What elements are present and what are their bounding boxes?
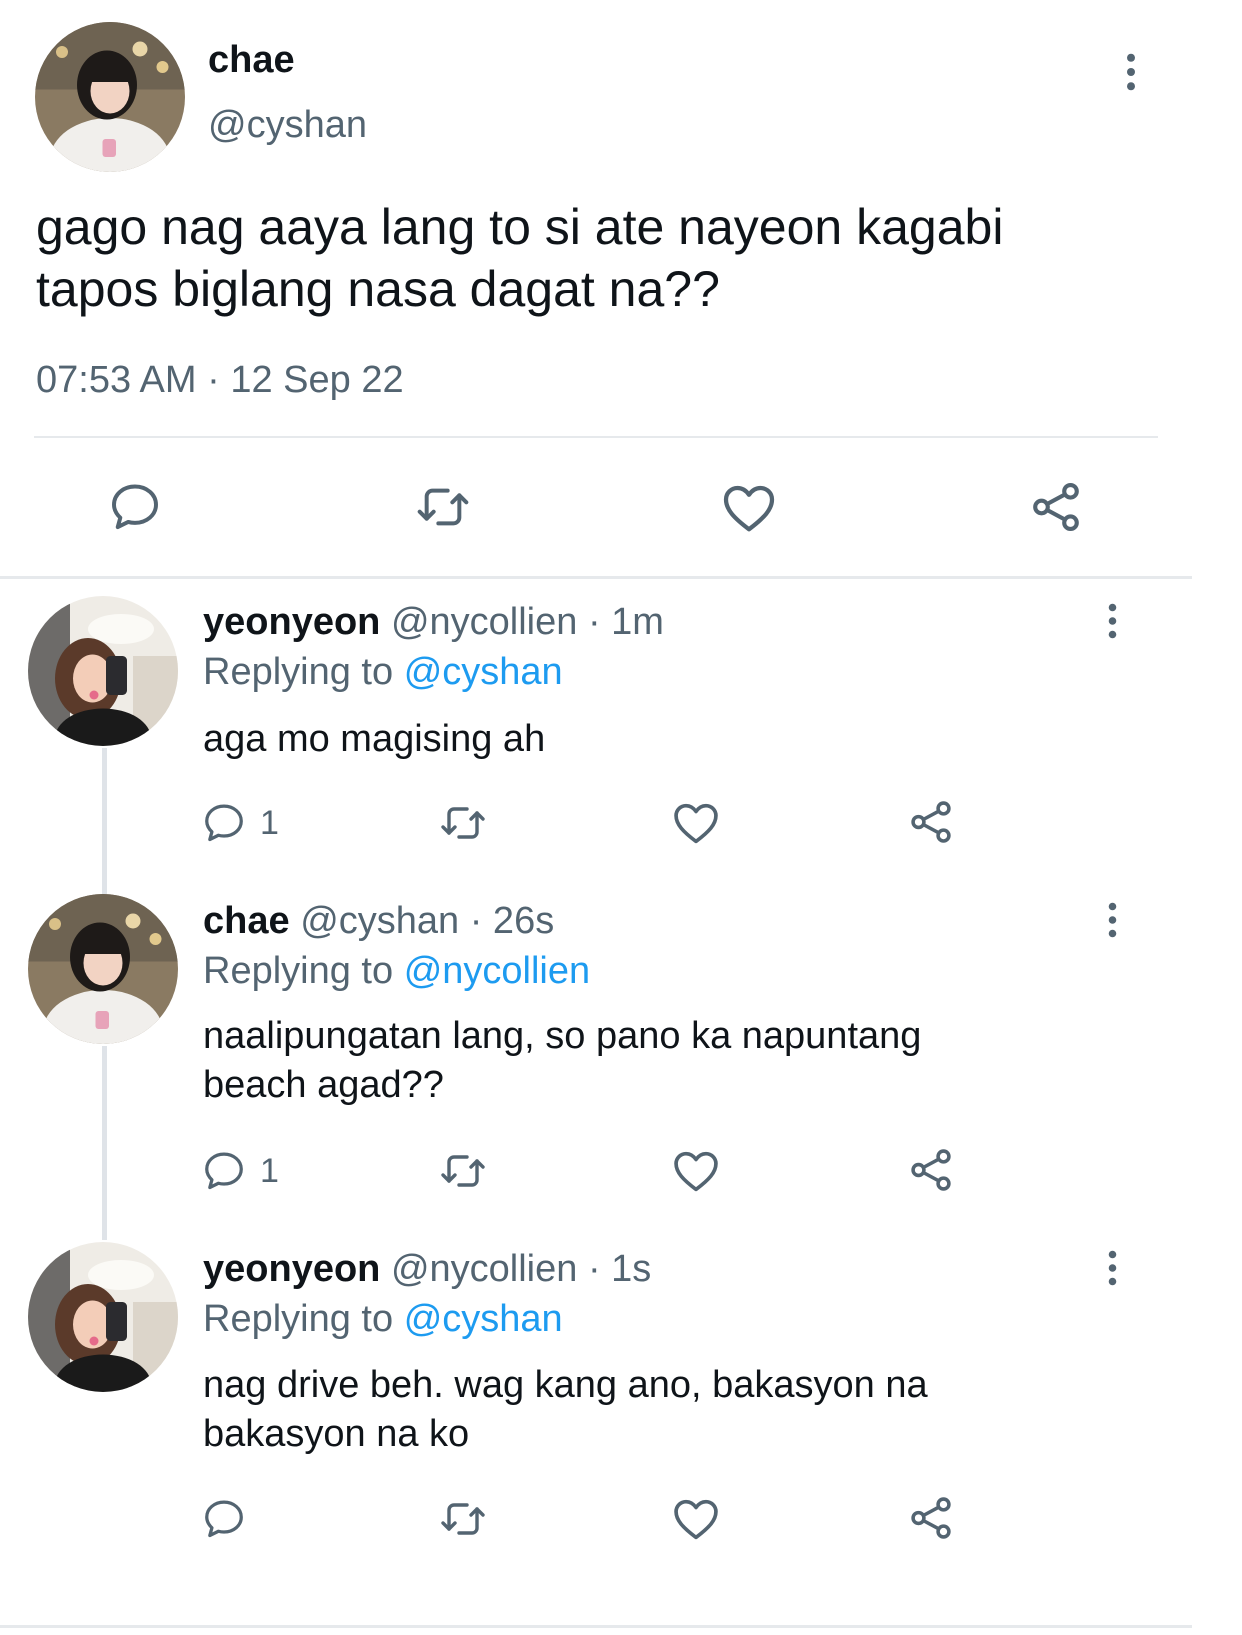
reply-count: 1 [260, 804, 279, 842]
like-icon [670, 1145, 722, 1197]
more-options-button[interactable] [1125, 53, 1137, 91]
replying-to-handle[interactable]: @nycollien [404, 950, 590, 992]
more-options-button[interactable] [1107, 902, 1118, 938]
tweet-text-line: gago nag aaya lang to si ate nayeon kaga… [36, 199, 1004, 255]
like-button[interactable] [719, 478, 779, 538]
replying-to-handle[interactable]: @cyshan [404, 651, 563, 693]
share-button[interactable] [1027, 478, 1085, 536]
avatar-image [28, 894, 178, 1044]
like-button[interactable] [670, 1145, 722, 1197]
like-button[interactable] [670, 1493, 722, 1545]
reply-text: naalipungatan lang, so pano ka napuntang… [203, 1012, 921, 1110]
reply-text-line: bakasyon na ko [203, 1413, 470, 1455]
reply-button[interactable] [107, 479, 163, 535]
author-handle[interactable]: @cyshan [208, 103, 367, 147]
retweet-icon [435, 1147, 491, 1195]
reply-button[interactable] [201, 1496, 247, 1542]
author-avatar[interactable] [35, 22, 185, 172]
reply-text-line: nag drive beh. wag kang ano, bakasyon na [203, 1364, 928, 1406]
reply-header: chae @cyshan · 26s [203, 899, 554, 943]
share-button[interactable] [906, 1493, 956, 1543]
reply-text-line: naalipungatan lang, so pano ka napuntang [203, 1015, 922, 1057]
replying-to-handle[interactable]: @cyshan [404, 1298, 563, 1340]
tweet-timestamp[interactable]: 07:53 AM · 12 Sep 22 [36, 358, 404, 402]
reply-icon [201, 800, 247, 846]
avatar-image [28, 1242, 178, 1392]
retweet-button[interactable] [410, 479, 476, 535]
retweet-icon [435, 799, 491, 847]
reply-text-line: beach agad?? [203, 1064, 444, 1106]
reply-display-name[interactable]: chae [203, 900, 290, 942]
replying-to: Replying to @cyshan [203, 650, 563, 694]
share-button[interactable] [906, 1145, 956, 1195]
reply-text: nag drive beh. wag kang ano, bakasyon na… [203, 1361, 928, 1459]
replying-to-label: Replying to [203, 1298, 394, 1340]
retweet-button[interactable] [435, 1147, 491, 1195]
more-options-button[interactable] [1107, 603, 1118, 639]
bottom-divider [0, 1625, 1192, 1628]
reply-icon [107, 479, 163, 535]
avatar-image [35, 22, 185, 172]
replying-to-label: Replying to [203, 651, 394, 693]
reply-display-name[interactable]: yeonyeon [203, 1248, 380, 1290]
thread-line [102, 1046, 107, 1240]
reply-icon [201, 1496, 247, 1542]
reply-text: aga mo magising ah [203, 715, 545, 764]
reply-meta[interactable]: @cyshan · 26s [300, 900, 554, 942]
reply-count: 1 [260, 1152, 279, 1190]
share-icon [906, 1145, 956, 1195]
reply-button[interactable] [201, 800, 247, 846]
reply-meta[interactable]: @nycollien · 1s [391, 1248, 651, 1290]
reply-meta[interactable]: @nycollien · 1m [391, 601, 664, 643]
more-icon [1107, 902, 1118, 938]
reply-display-name[interactable]: yeonyeon [203, 601, 380, 643]
thread-line [102, 748, 107, 894]
share-icon [1027, 478, 1085, 536]
reply-avatar[interactable] [28, 596, 178, 746]
reply-header: yeonyeon @nycollien · 1s [203, 1247, 651, 1291]
tweet-text: gago nag aaya lang to si ate nayeon kaga… [36, 196, 1003, 320]
avatar-image [28, 596, 178, 746]
retweet-icon [410, 479, 476, 535]
share-icon [906, 797, 956, 847]
share-icon [906, 1493, 956, 1543]
retweet-button[interactable] [435, 799, 491, 847]
more-icon [1125, 53, 1137, 91]
replying-to: Replying to @cyshan [203, 1297, 563, 1341]
retweet-button[interactable] [435, 1495, 491, 1543]
reply-text-line: aga mo magising ah [203, 718, 546, 760]
reply-button[interactable] [201, 1148, 247, 1194]
section-divider [0, 576, 1192, 579]
like-button[interactable] [670, 797, 722, 849]
more-icon [1107, 603, 1118, 639]
more-icon [1107, 1250, 1118, 1286]
replying-to-label: Replying to [203, 950, 394, 992]
reply-header: yeonyeon @nycollien · 1m [203, 600, 664, 644]
more-options-button[interactable] [1107, 1250, 1118, 1286]
like-icon [670, 797, 722, 849]
reply-avatar[interactable] [28, 894, 178, 1044]
reply-icon [201, 1148, 247, 1194]
replying-to: Replying to @nycollien [203, 949, 590, 993]
tweet-text-line: tapos biglang nasa dagat na?? [36, 261, 720, 317]
divider [34, 436, 1158, 438]
author-display-name[interactable]: chae [208, 38, 295, 82]
like-icon [670, 1493, 722, 1545]
share-button[interactable] [906, 797, 956, 847]
reply-avatar[interactable] [28, 1242, 178, 1392]
retweet-icon [435, 1495, 491, 1543]
like-icon [719, 478, 779, 538]
